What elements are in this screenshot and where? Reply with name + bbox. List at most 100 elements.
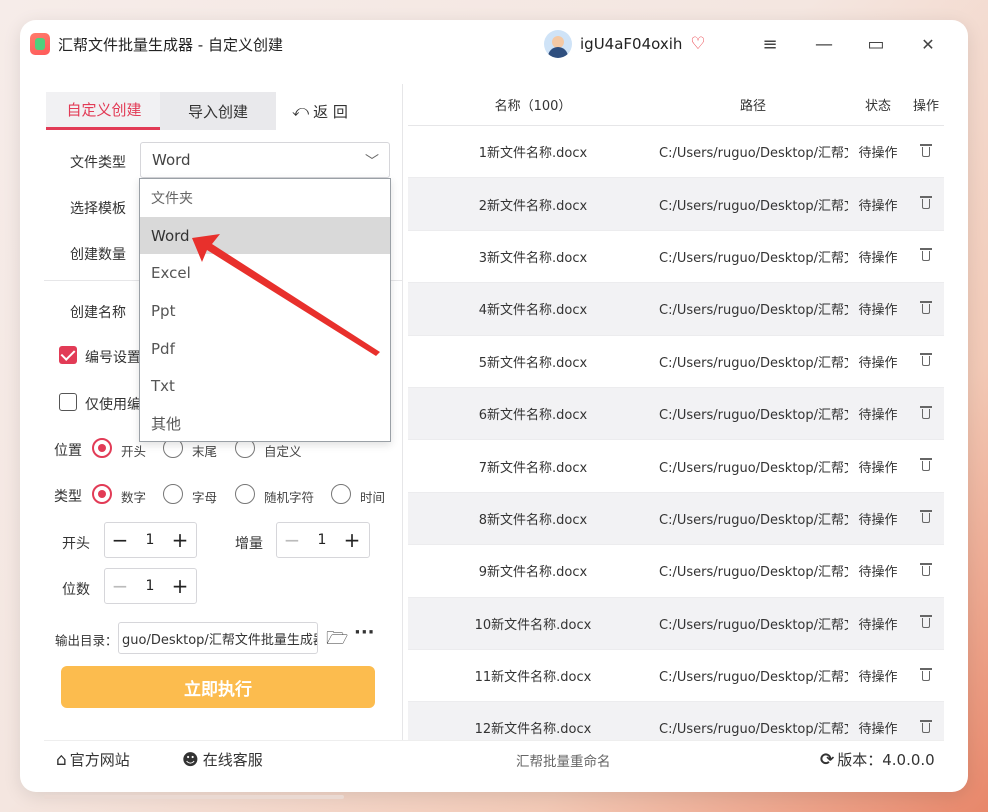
avatar[interactable] <box>544 30 572 58</box>
tab-import-create[interactable]: 导入创建 <box>160 92 276 130</box>
trash-icon[interactable] <box>920 247 932 262</box>
type-time-radio[interactable] <box>331 484 351 504</box>
dropdown-option-folder[interactable]: 文件夹 <box>140 179 390 217</box>
trash-icon[interactable] <box>920 667 932 681</box>
version-info[interactable]: ⟳ 版本：4.0.0.0 <box>820 749 935 770</box>
row-status: 待操作 <box>858 303 898 319</box>
row-delete-button[interactable] <box>908 509 944 527</box>
row-delete-button[interactable] <box>908 352 944 370</box>
row-delete-button[interactable] <box>908 667 944 685</box>
website-link[interactable]: ⌂ 官方网站 <box>56 749 130 770</box>
position-start-radio[interactable] <box>92 438 112 458</box>
table-row[interactable]: 2新文件名称.docx C:/Users/ruguo/Desktop/汇帮文 待操作 <box>408 178 944 231</box>
table-row[interactable]: 11新文件名称.docx C:/Users/ruguo/Desktop/汇帮文 待操… <box>408 650 944 703</box>
only-use-checkbox[interactable] <box>59 393 77 411</box>
table-row[interactable]: 7新文件名称.docx C:/Users/ruguo/Desktop/汇帮文 待操作 <box>408 440 944 493</box>
start-minus-button[interactable]: − <box>105 528 135 552</box>
menu-icon[interactable]: ≡ <box>752 24 788 64</box>
row-status: 待操作 <box>858 670 898 686</box>
trash-icon[interactable] <box>920 143 932 157</box>
digits-label: 位数 <box>62 582 90 598</box>
trash-icon[interactable] <box>920 562 932 576</box>
row-status: 待操作 <box>858 146 898 162</box>
type-letter-radio[interactable] <box>163 484 183 504</box>
header-name[interactable]: 名称（100） <box>408 95 658 114</box>
table-row[interactable]: 6新文件名称.docx C:/Users/ruguo/Desktop/汇帮文 待操作 <box>408 387 944 441</box>
maximize-icon[interactable]: ▭ <box>858 24 894 64</box>
dropdown-option-txt[interactable]: Txt <box>140 367 390 405</box>
only-use-label: 仅使用编 <box>85 397 141 413</box>
footer-bar: ⌂ 官方网站 ☻ 在线客服 汇帮批量重命名 ⟳ 版本：4.0.0.0 <box>44 740 944 778</box>
row-path: C:/Users/ruguo/Desktop/汇帮文 <box>659 617 848 633</box>
tab-custom-create[interactable]: 自定义创建 <box>46 92 162 130</box>
row-status: 待操作 <box>858 617 898 633</box>
increment-value[interactable]: 1 <box>307 532 337 548</box>
username[interactable]: igU4aF04oxih <box>580 35 682 53</box>
trash-icon[interactable] <box>920 300 932 314</box>
close-icon[interactable]: ✕ <box>910 24 946 64</box>
row-delete-button[interactable] <box>908 195 944 213</box>
footer-product-name[interactable]: 汇帮批量重命名 <box>516 750 611 770</box>
type-letter-label: 字母 <box>192 490 218 505</box>
increment-plus-button[interactable]: + <box>337 528 367 552</box>
website-label: 官方网站 <box>69 751 130 769</box>
trash-icon[interactable] <box>920 719 932 733</box>
trash-icon[interactable] <box>920 457 932 472</box>
start-stepper[interactable]: − 1 + <box>104 522 197 558</box>
header-action[interactable]: 操作 <box>908 95 944 114</box>
row-delete-button[interactable] <box>908 300 944 318</box>
table-row[interactable]: 3新文件名称.docx C:/Users/ruguo/Desktop/汇帮文 待操作 <box>408 231 944 284</box>
type-random-radio[interactable] <box>235 484 255 504</box>
start-plus-button[interactable]: + <box>165 528 195 552</box>
numbering-checkbox[interactable] <box>59 346 77 364</box>
mode-tabs: 自定义创建 导入创建 ⤺ 返 回 <box>44 84 402 130</box>
table-row[interactable]: 10新文件名称.docx C:/Users/ruguo/Desktop/汇帮文 待操… <box>408 597 944 650</box>
row-name: 11新文件名称.docx <box>474 670 592 686</box>
row-path: C:/Users/ruguo/Desktop/汇帮文 <box>659 565 848 581</box>
user-info[interactable]: igU4aF04oxih ♡ <box>544 28 706 60</box>
row-delete-button[interactable] <box>908 719 944 737</box>
trash-icon[interactable] <box>920 352 932 367</box>
file-type-select[interactable]: Word ﹀ <box>140 142 390 178</box>
dropdown-option-other[interactable]: 其他 <box>140 405 390 443</box>
row-delete-button[interactable] <box>908 247 944 265</box>
row-path: C:/Users/ruguo/Desktop/汇帮文 <box>659 722 848 738</box>
digits-minus-button[interactable]: − <box>105 574 135 598</box>
table-row[interactable]: 8新文件名称.docx C:/Users/ruguo/Desktop/汇帮文 待操作 <box>408 492 944 546</box>
digits-stepper[interactable]: − 1 + <box>104 568 197 604</box>
minimize-icon[interactable]: — <box>806 24 842 64</box>
table-row[interactable]: 4新文件名称.docx C:/Users/ruguo/Desktop/汇帮文 待操作 <box>408 283 944 336</box>
row-delete-button[interactable] <box>908 614 944 632</box>
header-path[interactable]: 路径 <box>658 95 848 114</box>
row-path: C:/Users/ruguo/Desktop/汇帮文 <box>659 355 848 371</box>
folder-icon[interactable]: 🗁 <box>326 626 348 649</box>
increment-stepper[interactable]: − 1 + <box>276 522 370 558</box>
row-delete-button[interactable] <box>908 562 944 580</box>
row-status: 待操作 <box>858 460 898 476</box>
chevron-down-icon: ﹀ <box>365 154 379 170</box>
row-delete-button[interactable] <box>908 457 944 475</box>
row-delete-button[interactable] <box>908 405 944 423</box>
start-value[interactable]: 1 <box>135 532 165 548</box>
trash-icon[interactable] <box>920 509 932 524</box>
digits-value[interactable]: 1 <box>135 578 165 594</box>
execute-button[interactable]: 立即执行 <box>61 666 375 708</box>
trash-icon[interactable] <box>920 614 932 629</box>
table-row[interactable]: 12新文件名称.docx C:/Users/ruguo/Desktop/汇帮文 待操… <box>408 702 944 740</box>
trash-icon[interactable] <box>920 195 932 210</box>
type-number-radio[interactable] <box>92 484 112 504</box>
digits-plus-button[interactable]: + <box>165 574 195 598</box>
more-icon[interactable]: ··· <box>354 622 375 643</box>
service-link[interactable]: ☻ 在线客服 <box>182 749 263 770</box>
row-path: C:/Users/ruguo/Desktop/汇帮文 <box>659 198 848 214</box>
table-row[interactable]: 5新文件名称.docx C:/Users/ruguo/Desktop/汇帮文 待操作 <box>408 336 944 388</box>
output-dir-input[interactable]: guo/Desktop/汇帮文件批量生成器 <box>118 622 318 654</box>
row-status: 待操作 <box>858 722 898 738</box>
table-row[interactable]: 9新文件名称.docx C:/Users/ruguo/Desktop/汇帮文 待操作 <box>408 545 944 598</box>
table-row[interactable]: 1新文件名称.docx C:/Users/ruguo/Desktop/汇帮文 待操作 <box>408 126 944 179</box>
header-status[interactable]: 状态 <box>848 95 908 114</box>
back-button[interactable]: ⤺ 返 回 <box>292 92 348 130</box>
trash-icon[interactable] <box>920 405 932 419</box>
row-delete-button[interactable] <box>908 143 944 161</box>
increment-minus-button[interactable]: − <box>277 528 307 552</box>
